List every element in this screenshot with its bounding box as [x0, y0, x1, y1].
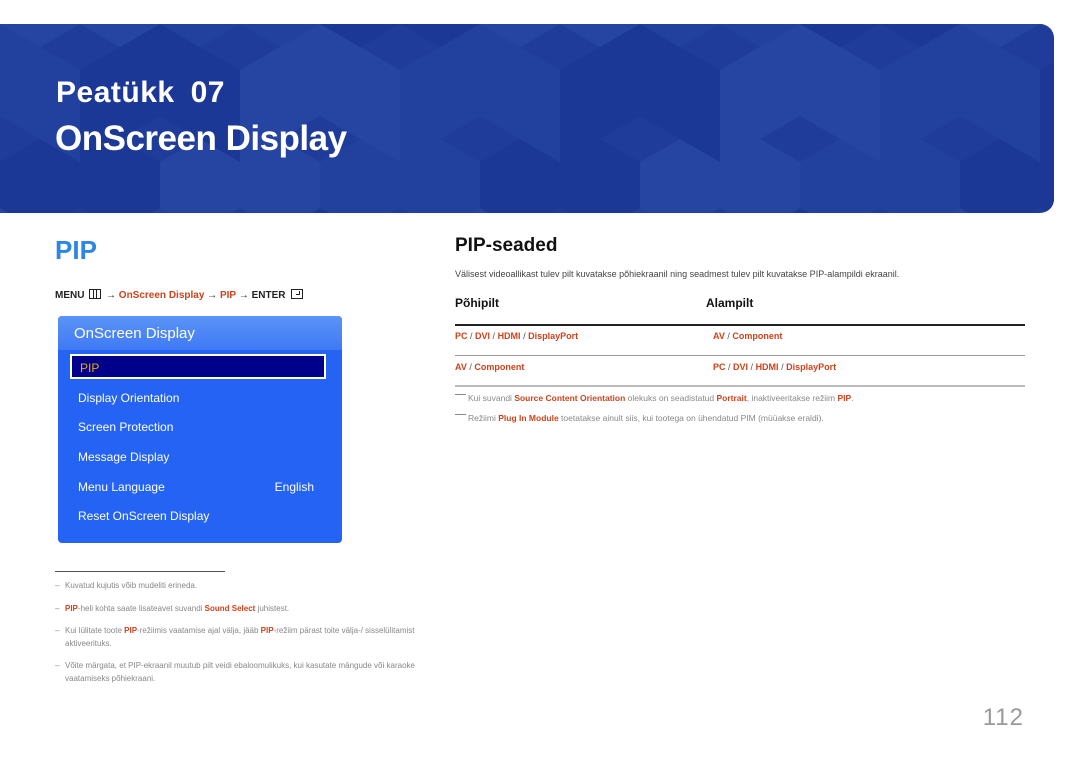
menu-path-step-pip: PIP: [219, 290, 237, 301]
highlight: Source Content Orientation: [514, 393, 626, 403]
text: -heli kohta saate lisateavet suvandi: [77, 604, 205, 613]
dash: –: [55, 661, 60, 670]
highlight: PIP: [65, 604, 78, 613]
note-dash: [455, 394, 466, 395]
footnote-text: PIP-heli kohta saate lisateavet suvandi …: [55, 602, 415, 615]
separator: /: [520, 331, 529, 341]
menu-path: MENU → OnScreen Display → PIP → ENTER: [55, 289, 304, 301]
table-cell: AV / Component: [713, 331, 782, 341]
menu-path-step-osd: OnScreen Display: [118, 290, 205, 301]
dash: –: [55, 626, 60, 635]
arrow: →: [238, 290, 249, 301]
highlight: Plug In Module: [498, 413, 559, 423]
osd-menu-panel: OnScreen Display PIP Display Orientation…: [58, 316, 342, 543]
source-label: PC: [455, 331, 468, 341]
text: Kui suvandi: [468, 393, 515, 403]
table-cell: AV / Component: [455, 362, 524, 372]
text: Kui lülitate toote: [65, 626, 125, 635]
text: juhistest.: [255, 604, 290, 613]
source-label: AV: [713, 331, 725, 341]
highlight: Portrait: [716, 393, 747, 403]
osd-item-label: Reset OnScreen Display: [78, 509, 210, 523]
section-heading-pip-settings: PIP-seaded: [455, 235, 558, 256]
osd-item-label: Menu Language: [78, 480, 165, 494]
notes-divider: [55, 571, 225, 572]
separator: /: [748, 362, 756, 372]
chapter-word: Peatükk: [56, 76, 175, 109]
menu-icon: [89, 289, 102, 299]
source-label: Component: [732, 331, 783, 341]
dash: –: [55, 581, 60, 590]
text: Režiimi: [468, 413, 499, 423]
source-label: Component: [474, 362, 525, 372]
osd-item-value: English: [274, 480, 314, 494]
source-label: DisplayPort: [786, 362, 837, 372]
text: toetatakse ainult siis, kui tootega on ü…: [558, 413, 824, 423]
footnote-text: Võite märgata, et PIP-ekraanil muutub pi…: [65, 661, 415, 683]
osd-item-screen-protection[interactable]: Screen Protection: [78, 416, 326, 438]
osd-menu-title: OnScreen Display: [58, 316, 342, 350]
osd-item-message-display[interactable]: Message Display: [78, 446, 326, 468]
menu-label: MENU: [55, 290, 85, 301]
table-note: Kui suvandi Source Content Orientation o…: [455, 393, 854, 403]
text: olekuks on seadistatud: [625, 393, 717, 403]
enter-icon: [291, 289, 304, 299]
osd-item-reset-osd[interactable]: Reset OnScreen Display: [78, 505, 326, 527]
text: .: [851, 393, 854, 403]
osd-item-pip[interactable]: PIP: [70, 354, 326, 379]
cube-face: [1040, 116, 1054, 213]
highlight: PIP: [124, 626, 138, 635]
arrow: →: [106, 290, 117, 301]
table-note: Režiimi Plug In Module toetatakse ainult…: [455, 413, 824, 423]
text: -režiimis vaatamise ajal välja, jääb: [137, 626, 261, 635]
table-row-rule: [455, 355, 1025, 356]
footnote-text: Kui lülitate toote PIP-režiimis vaatamis…: [55, 624, 415, 650]
enter-label: ENTER: [251, 290, 286, 301]
source-label: AV: [455, 362, 467, 372]
highlight: Sound Select: [204, 604, 256, 613]
highlight: PIP: [260, 626, 274, 635]
source-label: DisplayPort: [528, 331, 579, 341]
osd-item-menu-language[interactable]: Menu Language English: [78, 476, 326, 498]
table-header-main: Põhipilt: [455, 296, 499, 310]
separator: /: [490, 331, 498, 341]
osd-item-display-orientation[interactable]: Display Orientation: [78, 387, 326, 409]
source-label: PC: [713, 362, 726, 372]
chapter-number: 07: [190, 76, 225, 109]
osd-item-label: Screen Protection: [78, 420, 174, 434]
separator: /: [778, 362, 787, 372]
footnote: – Kui lülitate toote PIP-režiimis vaatam…: [55, 624, 415, 650]
chapter-title: OnScreen Display: [55, 119, 347, 158]
footnote: – Kuvatud kujutis võib mudeliti erineda.: [55, 579, 415, 592]
chapter-banner: Peatükk 07 OnScreen Display: [0, 24, 1054, 213]
source-label: HDMI: [497, 331, 521, 341]
table-cell: PC / DVI / HDMI / DisplayPort: [713, 362, 836, 372]
note-dash: [455, 414, 466, 415]
separator: /: [467, 331, 476, 341]
section-heading-pip: PIP: [55, 235, 97, 265]
osd-item-label: Message Display: [78, 450, 170, 464]
text: , inaktiveeritakse režiim: [746, 393, 838, 403]
source-label: HDMI: [755, 362, 779, 372]
table-header-rule: [455, 324, 1025, 326]
page-number: 112: [982, 704, 1024, 731]
separator: /: [725, 362, 734, 372]
footnote-text: Kuvatud kujutis võib mudeliti erineda.: [65, 581, 198, 590]
intro-text: Välisest videoallikast tulev pilt kuvata…: [455, 269, 900, 279]
chapter-label: Peatükk 07: [56, 76, 225, 110]
dash: –: [55, 604, 60, 613]
footnote: – Võite märgata, et PIP-ekraanil muutub …: [55, 659, 415, 685]
footnote: – PIP-heli kohta saate lisateavet suvand…: [55, 602, 415, 615]
arrow: →: [207, 290, 218, 301]
osd-item-label: Display Orientation: [78, 391, 180, 405]
osd-item-label: PIP: [80, 361, 100, 375]
cube-face: [1040, 24, 1054, 33]
table-cell: PC / DVI / HDMI / DisplayPort: [455, 331, 578, 341]
highlight: PIP: [837, 393, 852, 403]
source-label: DVI: [733, 362, 749, 372]
table-bottom-rule: [455, 385, 1025, 387]
source-label: DVI: [475, 331, 491, 341]
table-header-sub: Alampilt: [706, 296, 754, 310]
